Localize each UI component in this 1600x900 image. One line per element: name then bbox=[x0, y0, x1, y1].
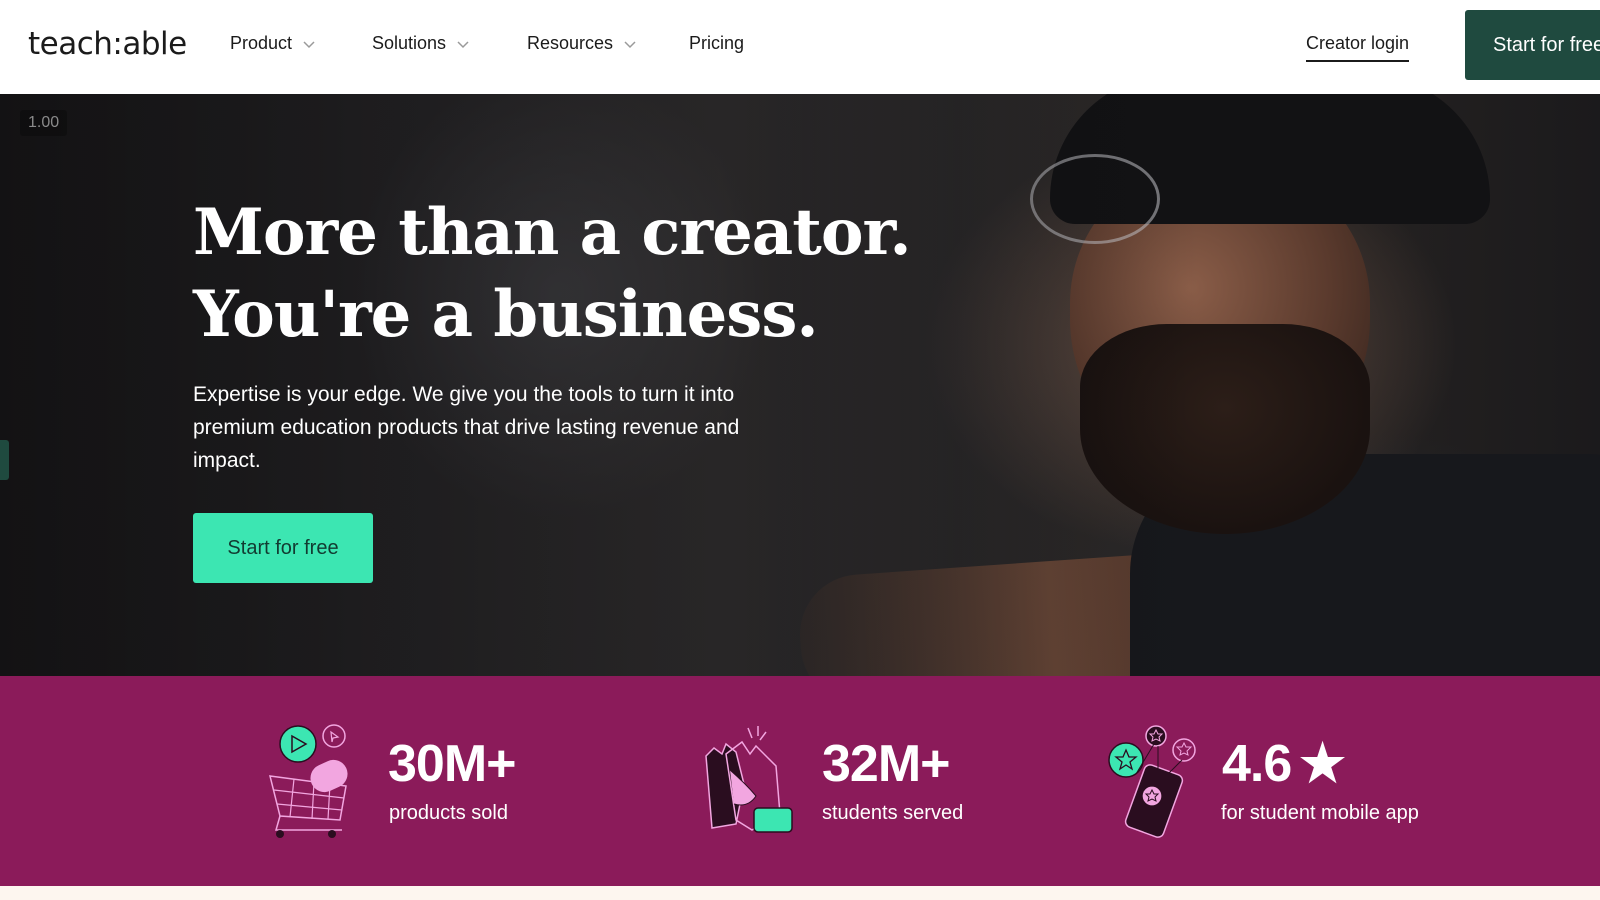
shopping-cart-icon bbox=[269, 724, 348, 838]
page-bottom-strip bbox=[0, 886, 1600, 900]
chevron-down-icon bbox=[303, 40, 315, 48]
stat-label: students served bbox=[822, 802, 964, 824]
stat-value-number: 4.6 bbox=[1222, 735, 1292, 793]
hero-start-for-free-button[interactable]: Start for free bbox=[193, 513, 373, 583]
hero-headline-line-1: More than a creator. bbox=[193, 195, 912, 270]
hero-headline-line-2: You're a business. bbox=[193, 277, 819, 352]
zoom-level-badge: 1.00 bbox=[20, 110, 68, 136]
nav-item-resources[interactable]: Resources bbox=[527, 33, 637, 54]
stat-label: for student mobile app bbox=[1221, 802, 1419, 824]
mobile-app-rating-icon bbox=[1108, 725, 1196, 838]
hero-subcopy: Expertise is your edge. We give you the … bbox=[193, 383, 740, 472]
nav-item-label: Product bbox=[230, 33, 293, 53]
creator-login-link[interactable]: Creator login bbox=[1306, 33, 1410, 62]
stats-band: 30M+ products sold 32M+ students served bbox=[0, 676, 1600, 886]
chevron-down-icon bbox=[457, 40, 469, 48]
stat-mobile-app-rating: 4.6 ★ for student mobile app bbox=[1108, 724, 1468, 844]
nav-item-label: Solutions bbox=[372, 33, 447, 53]
teachable-logo[interactable]: teach:able bbox=[28, 26, 187, 62]
hero-section: 1.00 More than a creator. You're a busin… bbox=[0, 94, 1600, 676]
nav-start-for-free-button[interactable]: Start for free bbox=[1465, 10, 1600, 80]
stat-students-served: 32M+ students served bbox=[696, 724, 996, 844]
stat-value: 4.6 ★ bbox=[1222, 734, 1346, 794]
stat-value: 32M+ bbox=[822, 735, 951, 793]
stat-products-sold: 30M+ products sold bbox=[266, 724, 566, 844]
top-nav: teach:able Product Solutions Resources P… bbox=[0, 0, 1600, 94]
stat-value: 30M+ bbox=[388, 735, 517, 793]
side-drawer-tab[interactable] bbox=[0, 440, 9, 480]
nav-item-pricing[interactable]: Pricing bbox=[689, 33, 744, 54]
nav-item-product[interactable]: Product bbox=[230, 33, 316, 54]
nav-item-label: Pricing bbox=[689, 33, 745, 53]
hero-headline: More than a creator. You're a business. bbox=[193, 192, 912, 356]
nav-item-solutions[interactable]: Solutions bbox=[372, 33, 470, 54]
chevron-down-icon bbox=[624, 40, 636, 48]
star-icon: ★ bbox=[1299, 735, 1346, 793]
nav-item-label: Resources bbox=[527, 33, 614, 53]
stat-label: products sold bbox=[389, 802, 508, 824]
high-five-icon bbox=[705, 726, 793, 833]
